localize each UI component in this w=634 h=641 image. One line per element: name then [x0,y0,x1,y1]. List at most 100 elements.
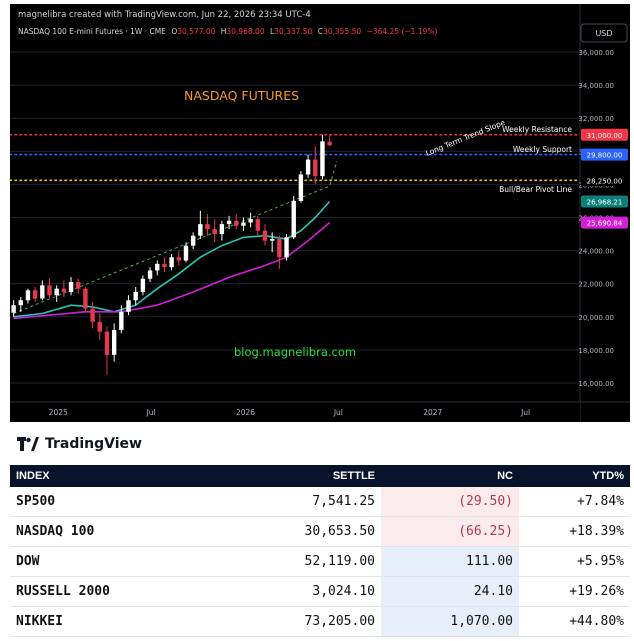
chart-annotation-title: NASDAQ FUTURES [184,88,299,103]
candle-body [155,263,160,271]
header-settle: SETTLE [222,465,381,487]
candle [83,287,88,312]
candle-body [104,331,110,355]
header-index: INDEX [10,465,222,487]
candle-body [327,141,332,146]
support-badge-label: 29,800.00 [587,152,623,160]
candle-body [241,222,246,226]
candle-body [234,220,239,226]
row-index-name: RUSSELL 2000 [10,576,222,607]
row-ytd: +19.26% [519,576,630,607]
table-row: RUSSELL 2000 3,024.10 24.10 +19.26% [10,576,630,607]
candle-body [147,270,153,279]
candle-body [83,288,88,309]
candle-body [226,220,232,225]
table-row: SP500 7,541.25 (29.50) +7.84% [10,487,630,517]
index-table-wrap: INDEX SETTLE NC YTD% SP500 7,541.25 (29.50… [10,465,630,637]
candle-body [262,230,268,241]
candle-body [248,219,253,223]
candle-body [176,257,181,261]
candle-body [68,282,74,292]
candle-body [219,224,225,235]
y-tick-label: 20,000.00 [578,314,614,322]
row-settle: 52,119.00 [222,546,381,577]
tradingview-logo: TradingView [17,434,142,454]
candle-body [305,159,311,175]
index-table: INDEX SETTLE NC YTD% SP500 7,541.25 (29.50… [10,465,630,637]
table-row: NIKKEI 73,205.00 1,070.00 +44.80% [10,606,630,637]
candle-body [40,285,45,299]
table-row: NASDAQ 100 30,653.50 (66.25) +18.39% [10,516,630,547]
axis-background [580,4,630,422]
ma-1-badge-label: 25,690.84 [587,220,623,228]
candle-body [313,159,318,177]
candle-body [169,257,174,268]
row-settle: 3,024.10 [222,576,381,607]
pivot-label: Bull/Bear Pivot Line [499,185,572,194]
candle-body [54,288,59,296]
symbol-line: NASDAQ 100 E-mini Futures · 1W · CME O30… [18,27,437,36]
candle-body [47,285,52,296]
ohlc-open-value: 30,577.00 [177,27,215,36]
candle-body [126,300,131,312]
ohlc-low-value: 30,337.50 [274,27,312,36]
currency-label: USD [595,29,612,38]
ma-0-badge-label: 26,968.21 [587,198,623,206]
y-tick-label: 16,000.00 [578,380,614,388]
y-tick-label: 24,000.00 [578,248,614,256]
candle-body [190,235,196,246]
candle-body [11,305,16,313]
row-settle: 30,653.50 [222,516,381,547]
pivot-badge-label: 28,250.00 [587,177,623,185]
header-ytd: YTD% [519,465,630,487]
candle-body [198,224,203,236]
watermark-text: blog.magnelibra.com [234,345,356,359]
support-label: Weekly Support [513,145,572,154]
resistance-badge-label: 31,000.00 [587,132,623,140]
chart-credit: magnelibra created with TradingView.com,… [18,10,311,20]
candle-body [140,278,146,292]
candle-body [61,288,67,292]
ohlc-close-value: 30,355.50 [323,27,361,36]
candle-body [18,300,23,306]
candle-body [269,239,275,241]
row-ytd: +18.39% [519,516,630,547]
row-settle: 73,205.00 [222,606,381,637]
ohlc-high-value: 30,968.00 [226,27,264,36]
x-tick-label: Jul [520,408,530,417]
candle-body [119,311,124,331]
candle-body [32,290,38,299]
row-nc: (29.50) [381,487,519,517]
resistance-label: Weekly Resistance [502,125,572,134]
price-chart[interactable]: 16,000.00 18,000.00 20,000.00 22,000.00 24,0… [10,4,630,434]
candle-body [212,229,217,235]
candle-body [298,174,304,201]
candle [298,171,304,203]
row-ytd: +5.95% [519,546,630,577]
row-index-name: NASDAQ 100 [10,516,222,547]
row-ytd: +44.80% [519,606,630,637]
candle-body [76,282,81,289]
row-nc: (66.25) [381,516,519,547]
candle-body [277,239,282,258]
row-nc: 111.00 [381,546,519,577]
candle-body [111,330,117,355]
y-tick-label: 32,000.00 [578,115,614,123]
x-tick-label: 2025 [49,408,68,417]
table-body: SP500 7,541.25 (29.50) +7.84% NASDAQ 100 30,6… [10,487,630,637]
y-tick-label: 18,000.00 [578,347,614,355]
row-index-name: SP500 [10,487,222,517]
candle-body [25,290,31,301]
candle-body [291,200,296,238]
row-nc: 24.10 [381,576,519,607]
candle [291,195,296,240]
candle-body [255,219,261,231]
candle-body [205,224,210,230]
x-tick-label: Jul [333,408,343,417]
row-index-name: NIKKEI [10,606,222,637]
candle-body [320,141,325,177]
x-tick-label: 2026 [236,408,255,417]
date-axis-background [10,402,580,422]
candle-body [183,245,189,261]
table-row: DOW 52,119.00 111.00 +5.95% [10,546,630,577]
